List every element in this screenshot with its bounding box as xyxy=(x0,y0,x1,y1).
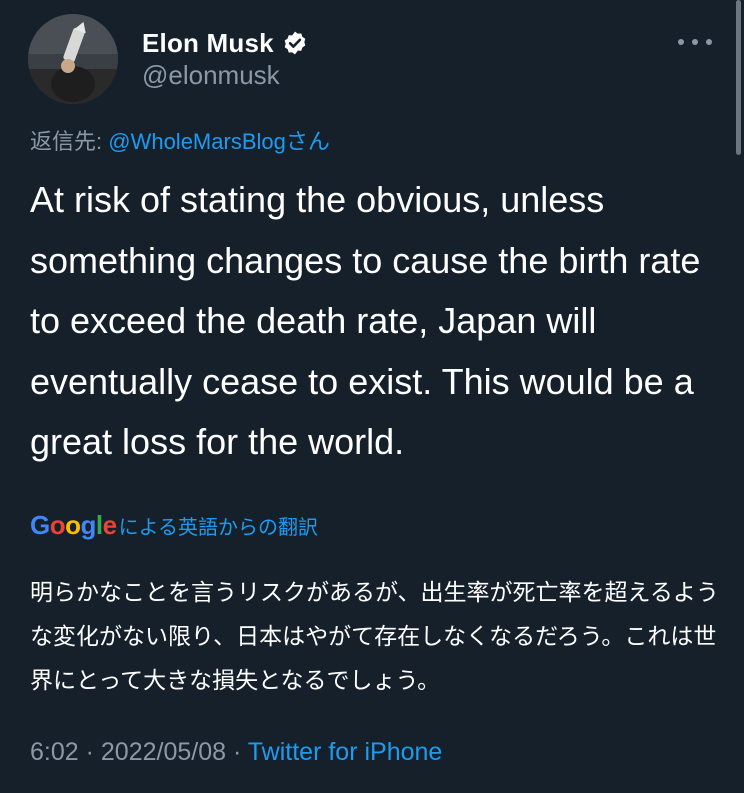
meta-separator: · xyxy=(78,738,101,766)
more-options-icon[interactable] xyxy=(678,30,712,54)
translation-attribution[interactable]: Google による英語からの翻訳 xyxy=(30,510,318,540)
translated-text: 明らかなことを言うリスクがあるが、出生率が死亡率を超えるような変化がない限り、日… xyxy=(30,579,719,693)
translation-label[interactable]: による英語からの翻訳 xyxy=(119,511,318,540)
tweet-text: At risk of stating the obvious, unless s… xyxy=(30,179,701,462)
reply-prefix: 返信先: xyxy=(30,129,109,154)
meta-separator: · xyxy=(226,738,248,766)
author-name-row[interactable]: Elon Musk xyxy=(142,25,308,61)
author-display-name[interactable]: Elon Musk xyxy=(142,28,274,59)
more-dot xyxy=(706,39,712,45)
avatar[interactable] xyxy=(28,14,118,104)
tweet-time[interactable]: 6:02 xyxy=(30,738,79,766)
reply-mention-link[interactable]: @WholeMarsBlogさん xyxy=(108,129,330,154)
scrollbar[interactable] xyxy=(736,0,741,155)
avatar-image xyxy=(28,14,118,104)
more-dot xyxy=(692,39,698,45)
tweet-date[interactable]: 2022/05/08 xyxy=(101,738,226,766)
tweet-source-link[interactable]: Twitter for iPhone xyxy=(248,738,443,766)
author-handle[interactable]: @elonmusk xyxy=(142,60,280,91)
reply-context: 返信先: @WholeMarsBlogさん xyxy=(30,124,330,156)
google-logo: Google xyxy=(30,509,117,540)
tweet-meta: 6:02 · 2022/05/08 · Twitter for iPhone xyxy=(30,738,442,767)
verified-badge-icon xyxy=(282,30,308,56)
more-dot xyxy=(678,39,684,45)
